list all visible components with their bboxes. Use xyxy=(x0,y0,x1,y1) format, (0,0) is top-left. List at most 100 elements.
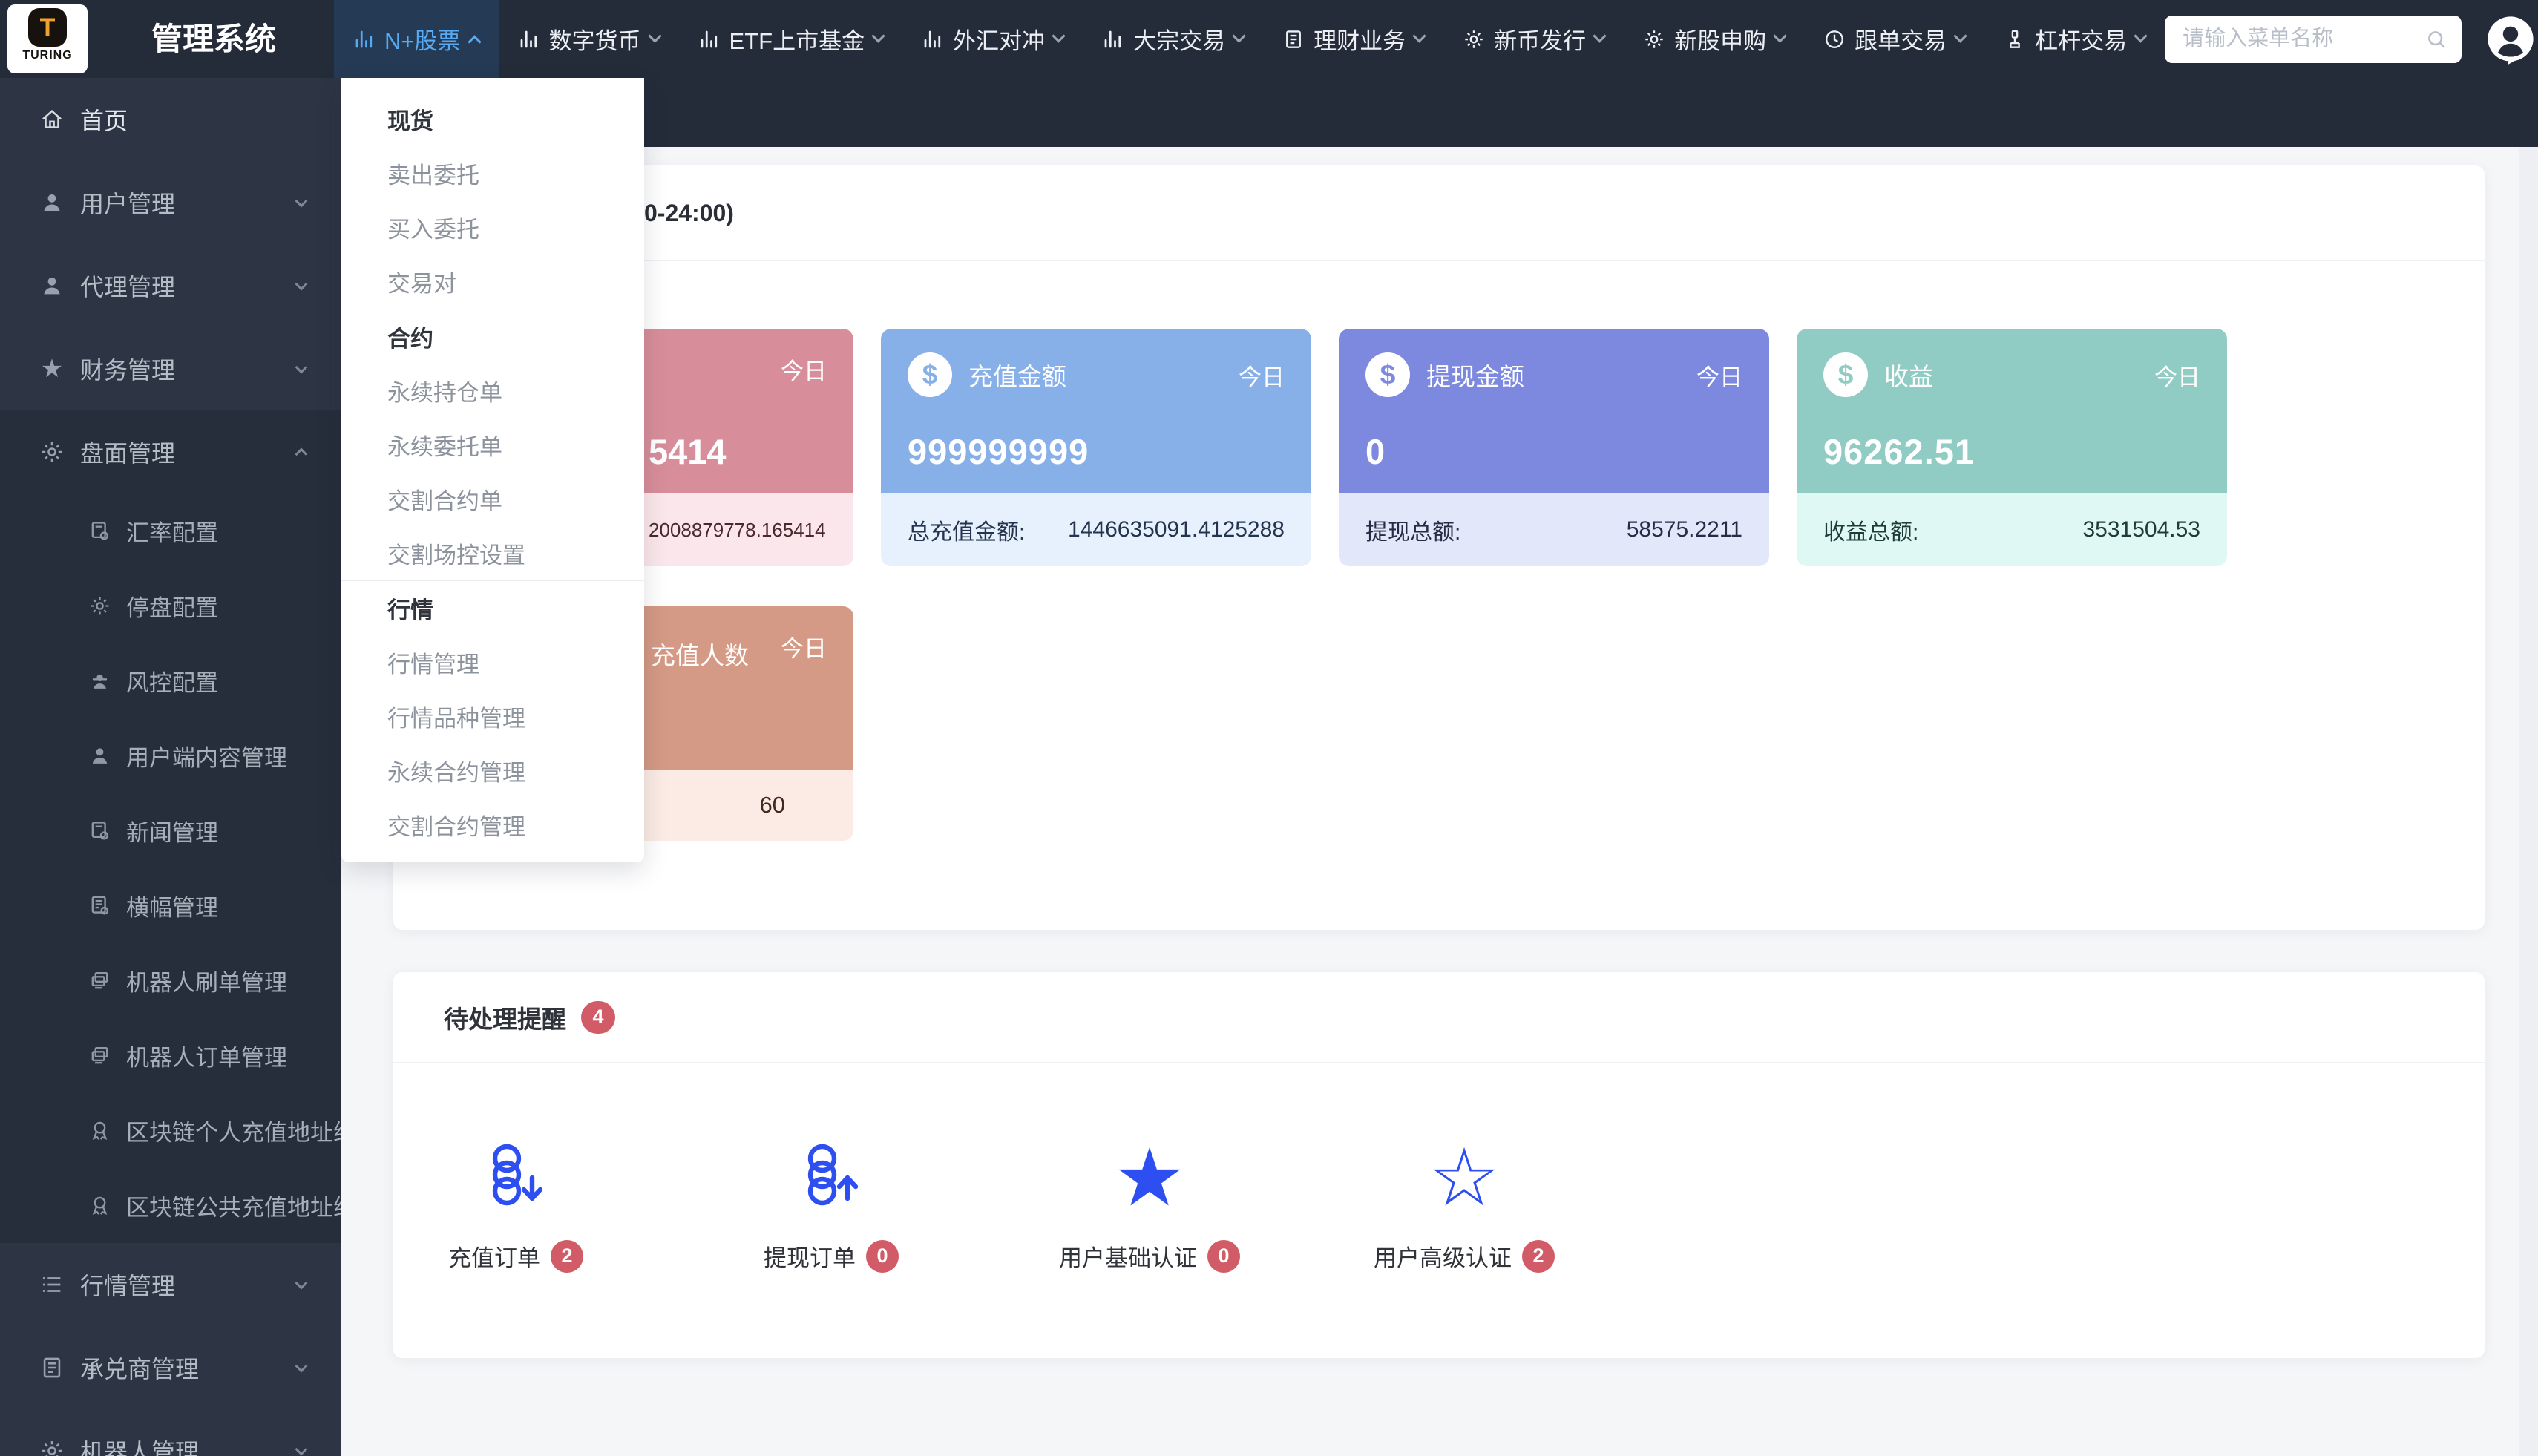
scrollbar[interactable] xyxy=(2519,147,2538,1456)
coins-up-icon xyxy=(796,1129,867,1226)
vip-badge-icon xyxy=(85,1119,114,1142)
stat-total-value: 60 xyxy=(760,770,785,841)
sidebar-item-market-panel-mgmt[interactable]: 盘面管理 xyxy=(0,410,341,493)
dollar-icon: $ xyxy=(1823,352,1868,397)
sidebar-subitem-exchange-rate[interactable]: 汇率配置 xyxy=(0,493,341,568)
sidebar-subitem-halt-config[interactable]: 停盘配置 xyxy=(0,568,341,643)
dropdown-item-sell-orders[interactable]: 卖出委托 xyxy=(341,146,644,200)
chevron-down-icon xyxy=(1773,29,1786,42)
nav-item-label: 新币发行 xyxy=(1494,22,1586,56)
pending-item-basic-kyc[interactable]: ★ 用户基础认证 0 xyxy=(1059,1129,1240,1273)
sidebar-subitem-robot-order-mgmt[interactable]: 机器人订单管理 xyxy=(0,1018,341,1093)
dropdown-item-perpetual-positions[interactable]: 永续持仓单 xyxy=(341,364,644,418)
dropdown-item-perpetual-orders[interactable]: 永续委托单 xyxy=(341,418,644,472)
dropdown-item-delivery-control[interactable]: 交割场控设置 xyxy=(341,526,644,580)
avatar[interactable] xyxy=(2484,13,2537,66)
pending-item-advanced-kyc[interactable]: ☆ 用户高级认证 2 xyxy=(1374,1129,1555,1273)
star-outline-icon: ☆ xyxy=(1429,1129,1501,1226)
sidebar-item-agent-mgmt[interactable]: 代理管理 xyxy=(0,244,341,327)
sidebar-item-robot-mgmt[interactable]: 机器人管理 xyxy=(0,1409,341,1456)
chevron-down-icon xyxy=(1593,29,1606,42)
sidebar-item-quote-mgmt[interactable]: 行情管理 xyxy=(0,1243,341,1326)
nav-item-ipo[interactable]: 新股申购 xyxy=(1624,0,1804,78)
dropdown-item-trading-pairs[interactable]: 交易对 xyxy=(341,255,644,309)
pending-count-badge: 2 xyxy=(1522,1240,1555,1273)
stat-main-value: 96262.51 xyxy=(1823,431,1975,472)
sidebar-item-user-mgmt[interactable]: 用户管理 xyxy=(0,161,341,244)
today-tag: 今日 xyxy=(2154,358,2200,392)
user-icon xyxy=(37,190,67,215)
spy-icon xyxy=(85,669,114,692)
nav-item-label: 大宗交易 xyxy=(1133,22,1225,56)
sidebar-item-home[interactable]: 首页 xyxy=(0,78,341,161)
nav-item-etf[interactable]: ETF上市基金 xyxy=(679,0,903,78)
bar-chart-icon xyxy=(1102,28,1124,50)
sidebar-item-label: 机器人管理 xyxy=(80,1434,199,1456)
stat-card-profit: $ 收益 今日 96262.51 收益总额: 3531504.53 xyxy=(1797,329,2227,566)
sidebar-subitem-robot-wash-mgmt[interactable]: 机器人刷单管理 xyxy=(0,943,341,1018)
sidebar-item-acceptor-mgmt[interactable]: 承兑商管理 xyxy=(0,1326,341,1409)
bar-chart-icon xyxy=(518,28,540,50)
pending-panel-header: 待处理提醒 4 xyxy=(393,972,2485,1063)
sidebar-subitem-risk-config[interactable]: 风控配置 xyxy=(0,643,341,718)
pending-item-recharge-orders[interactable]: 充值订单 2 xyxy=(448,1129,583,1273)
nav-item-block-trade[interactable]: 大宗交易 xyxy=(1083,0,1263,78)
pending-item-withdraw-orders[interactable]: 提现订单 0 xyxy=(764,1129,899,1273)
chevron-down-icon xyxy=(295,361,308,374)
nav-item-crypto[interactable]: 数字货币 xyxy=(499,0,679,78)
dropdown-item-quote-mgmt[interactable]: 行情管理 xyxy=(341,635,644,689)
gear-icon xyxy=(37,1438,67,1456)
stat-card-recharge: $ 充值金额 今日 999999999 总充值金额: 1446635091.41… xyxy=(881,329,1311,566)
dropdown-item-quote-variety-mgmt[interactable]: 行情品种管理 xyxy=(341,689,644,744)
sidebar-subitem-label: 区块链个人充值地址维护 xyxy=(126,1114,341,1147)
stat-card-title: 充值金额 xyxy=(968,357,1066,393)
nav-item-label: 理财业务 xyxy=(1314,22,1406,56)
nav-item-wealth[interactable]: 理财业务 xyxy=(1263,0,1443,78)
stat-total-value: 3531504.53 xyxy=(2083,517,2201,542)
stat-card-title: 收益 xyxy=(1884,357,1933,393)
home-icon xyxy=(37,107,67,132)
bar-chart-icon xyxy=(353,28,376,50)
dropdown-item-buy-orders[interactable]: 买入委托 xyxy=(341,200,644,255)
today-tag: 今日 xyxy=(781,352,827,386)
chevron-down-icon xyxy=(1412,29,1426,42)
search-icon[interactable] xyxy=(2424,27,2448,51)
sidebar-subitem-chain-personal-address[interactable]: 区块链个人充值地址维护 xyxy=(0,1093,341,1168)
nav-item-forex[interactable]: 外汇对冲 xyxy=(902,0,1083,78)
stat-total-label: 总充值金额: xyxy=(908,514,1025,546)
chevron-down-icon xyxy=(1953,29,1967,42)
pending-item-label: 用户高级认证 xyxy=(1374,1239,1512,1273)
chevron-down-icon xyxy=(1232,29,1245,42)
nav-item-copy-trade[interactable]: 跟单交易 xyxy=(1804,0,1984,78)
nav-item-new-coin[interactable]: 新币发行 xyxy=(1443,0,1624,78)
dropdown-header-contract: 合约 xyxy=(341,309,644,364)
sidebar-subitem-client-content[interactable]: 用户端内容管理 xyxy=(0,718,341,793)
sidebar-subitem-banner-mgmt[interactable]: 横幅管理 xyxy=(0,868,341,943)
pending-item-label: 充值订单 xyxy=(448,1239,540,1273)
sidebar-item-label: 盘面管理 xyxy=(80,435,175,469)
nav-item-stocks[interactable]: N+股票 xyxy=(334,0,499,78)
gear-icon xyxy=(1463,28,1485,50)
chevron-down-icon xyxy=(2134,29,2147,42)
sidebar-item-label: 财务管理 xyxy=(80,352,175,386)
dropdown-item-perpetual-contract-mgmt[interactable]: 永续合约管理 xyxy=(341,744,644,798)
dropdown-item-delivery-contract-mgmt[interactable]: 交割合约管理 xyxy=(341,798,644,852)
dropdown-item-delivery-contracts[interactable]: 交割合约单 xyxy=(341,472,644,526)
dropdown-header-quotes: 行情 xyxy=(341,581,644,635)
sidebar-item-finance-mgmt[interactable]: ★ 财务管理 xyxy=(0,327,341,410)
nav-item-leverage[interactable]: 杠杆交易 xyxy=(1984,0,2165,78)
stat-main-value: 0 xyxy=(1365,431,1386,472)
user-icon xyxy=(37,273,67,298)
sidebar-subitem-chain-public-address[interactable]: 区块链公共充值地址维护 xyxy=(0,1168,341,1243)
vip-badge-icon xyxy=(85,1194,114,1217)
sidebar: 首页 用户管理 代理管理 ★ 财务管理 盘面管理 汇率配置 xyxy=(0,78,341,1456)
stat-main-value: 5414 xyxy=(649,431,727,472)
chevron-down-icon xyxy=(295,1443,308,1456)
dropdown-group-contract: 合约 永续持仓单 永续委托单 交割合约单 交割场控设置 xyxy=(341,309,644,580)
search-input[interactable] xyxy=(2165,16,2462,63)
sidebar-subitem-label: 用户端内容管理 xyxy=(126,739,287,773)
sidebar-expanded-group: 盘面管理 汇率配置 停盘配置 风控配置 用户端内容管理 新闻管理 xyxy=(0,410,341,1243)
dollar-icon: $ xyxy=(1365,352,1410,397)
sidebar-subitem-news-mgmt[interactable]: 新闻管理 xyxy=(0,793,341,868)
document-icon xyxy=(37,1355,67,1380)
